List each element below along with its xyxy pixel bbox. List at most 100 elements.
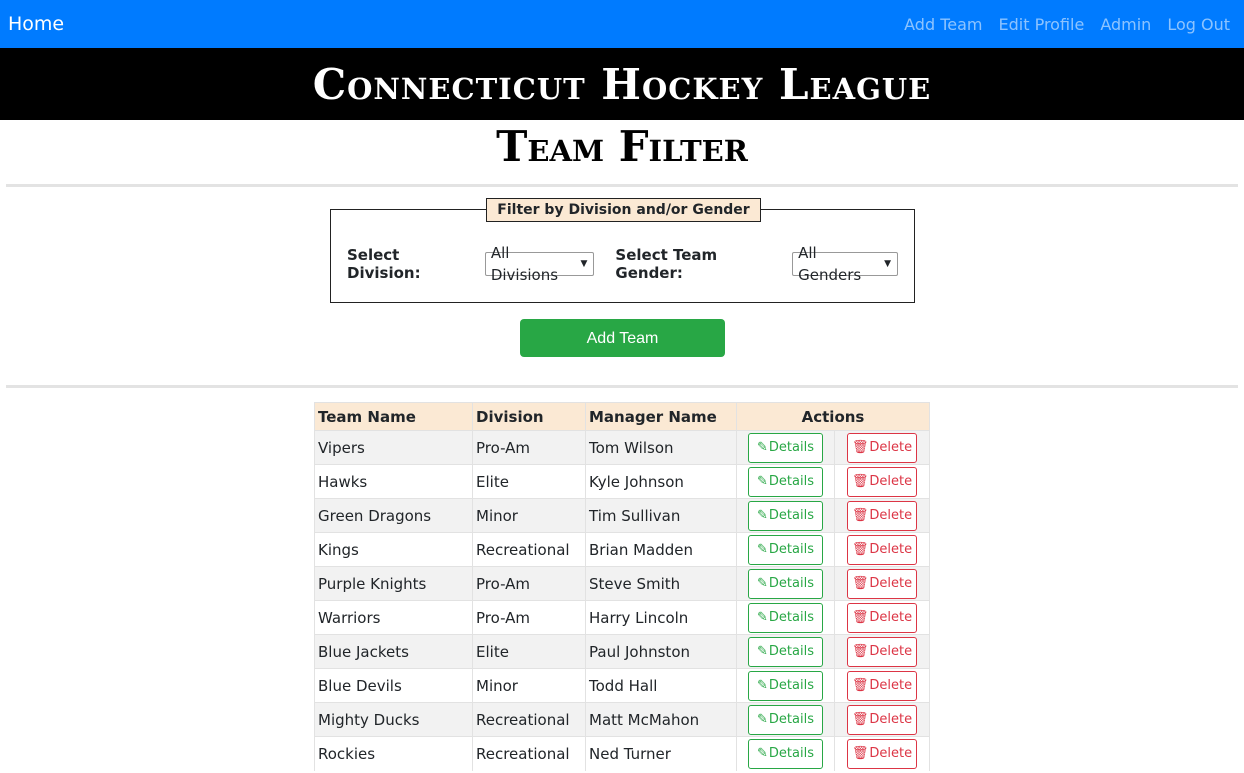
delete-button-label: Delete [869, 440, 913, 455]
manager-name-cell: Todd Hall [585, 668, 737, 703]
manager-name-cell: Kyle Johnson [585, 464, 737, 499]
trash-icon: 🗑 [851, 440, 869, 455]
gender-select-value: All Genders [798, 244, 862, 284]
header-team-name: Team Name [314, 402, 473, 431]
nav-links: Add Team Edit Profile Admin Log Out [904, 15, 1230, 34]
details-button[interactable]: ✎ Details [748, 534, 823, 565]
teams-table: Team Name Division Manager Name Actions … [314, 402, 930, 771]
delete-cell: 🗑 Delete [834, 668, 930, 703]
division-select[interactable]: All Divisions ▼ [484, 244, 595, 284]
delete-button[interactable]: 🗑 Delete [847, 432, 917, 463]
edit-icon: ✎ [757, 440, 768, 455]
team-name-cell: Rockies [314, 736, 473, 771]
details-button-label: Details [768, 508, 814, 523]
details-button-label: Details [768, 542, 814, 557]
table-row: Kings Recreational Brian Madden ✎ Details 🗑 De… [314, 532, 930, 567]
delete-cell: 🗑 Delete [834, 702, 930, 737]
team-name-cell: Mighty Ducks [314, 702, 473, 737]
delete-button[interactable]: 🗑 Delete [847, 568, 917, 599]
details-button[interactable]: ✎ Details [748, 738, 823, 769]
edit-icon: ✎ [757, 576, 768, 591]
delete-button-label: Delete [869, 678, 913, 693]
header-actions: Actions [736, 402, 930, 431]
details-cell: ✎ Details [736, 702, 835, 737]
table-row: Blue Devils Minor Todd Hall ✎ Details 🗑 Delete [314, 668, 930, 703]
trash-icon: 🗑 [851, 712, 869, 727]
delete-button[interactable]: 🗑 Delete [847, 500, 917, 531]
delete-button[interactable]: 🗑 Delete [847, 466, 917, 497]
manager-name-cell: Paul Johnston [585, 634, 737, 669]
table-row: Warriors Pro-Am Harry Lincoln ✎ Details 🗑 Dele… [314, 600, 930, 635]
delete-button-label: Delete [869, 542, 913, 557]
details-cell: ✎ Details [736, 600, 835, 635]
filter-fieldset: Filter by Division and/or Gender Select … [330, 198, 915, 303]
details-button-label: Details [768, 440, 814, 455]
team-name-cell: Blue Jackets [314, 634, 473, 669]
division-cell: Pro-Am [472, 600, 586, 635]
edit-icon: ✎ [757, 474, 768, 489]
filter-row: Select Division: All Divisions ▼ Select … [347, 244, 898, 284]
nav-edit-profile-link[interactable]: Edit Profile [999, 15, 1085, 34]
home-link[interactable]: Home [8, 13, 64, 35]
details-button[interactable]: ✎ Details [748, 636, 823, 667]
table-row: Purple Knights Pro-Am Steve Smith ✎ Details 🗑… [314, 566, 930, 601]
nav-admin-link[interactable]: Admin [1100, 15, 1151, 34]
team-name-cell: Kings [314, 532, 473, 567]
trash-icon: 🗑 [851, 542, 869, 557]
details-cell: ✎ Details [736, 532, 835, 567]
delete-cell: 🗑 Delete [834, 464, 930, 499]
team-name-cell: Purple Knights [314, 566, 473, 601]
nav-logout-link[interactable]: Log Out [1167, 15, 1230, 34]
manager-name-cell: Harry Lincoln [585, 600, 737, 635]
trash-icon: 🗑 [851, 644, 869, 659]
team-name-cell: Green Dragons [314, 498, 473, 533]
trash-icon: 🗑 [851, 508, 869, 523]
add-team-button[interactable]: Add Team [520, 319, 725, 357]
details-cell: ✎ Details [736, 498, 835, 533]
manager-name-cell: Tim Sullivan [585, 498, 737, 533]
delete-button[interactable]: 🗑 Delete [847, 636, 917, 667]
delete-cell: 🗑 Delete [834, 600, 930, 635]
trash-icon: 🗑 [851, 474, 869, 489]
details-cell: ✎ Details [736, 464, 835, 499]
details-button[interactable]: ✎ Details [748, 670, 823, 701]
details-button[interactable]: ✎ Details [748, 466, 823, 497]
gender-select[interactable]: All Genders ▼ [792, 244, 898, 284]
division-cell: Elite [472, 464, 586, 499]
delete-button-label: Delete [869, 508, 913, 523]
edit-icon: ✎ [757, 542, 768, 557]
division-cell: Minor [472, 668, 586, 703]
details-button[interactable]: ✎ Details [748, 568, 823, 599]
details-cell: ✎ Details [736, 736, 835, 771]
division-cell: Recreational [472, 736, 586, 771]
delete-cell: 🗑 Delete [834, 430, 930, 465]
delete-button[interactable]: 🗑 Delete [847, 602, 917, 633]
details-button[interactable]: ✎ Details [748, 704, 823, 735]
delete-button[interactable]: 🗑 Delete [847, 738, 917, 769]
edit-icon: ✎ [757, 644, 768, 659]
details-cell: ✎ Details [736, 566, 835, 601]
edit-icon: ✎ [757, 678, 768, 693]
details-button[interactable]: ✎ Details [748, 500, 823, 531]
details-button-label: Details [768, 610, 814, 625]
delete-button[interactable]: 🗑 Delete [847, 534, 917, 565]
manager-name-cell: Tom Wilson [585, 430, 737, 465]
details-cell: ✎ Details [736, 430, 835, 465]
edit-icon: ✎ [757, 746, 768, 762]
edit-icon: ✎ [757, 610, 768, 625]
division-dropdown-caret-icon: ▼ [580, 259, 588, 269]
edit-icon: ✎ [757, 712, 768, 727]
delete-button[interactable]: 🗑 Delete [847, 670, 917, 701]
delete-button[interactable]: 🗑 Delete [847, 704, 917, 735]
details-cell: ✎ Details [736, 634, 835, 669]
header-division: Division [472, 402, 586, 431]
details-button[interactable]: ✎ Details [748, 602, 823, 633]
nav-add-team-link[interactable]: Add Team [904, 15, 982, 34]
delete-button-label: Delete [869, 576, 913, 591]
division-select-value: All Divisions [490, 244, 559, 284]
details-button-label: Details [768, 576, 814, 591]
manager-name-cell: Ned Turner [585, 736, 737, 771]
league-banner: Connecticut Hockey League [0, 48, 1244, 120]
details-button[interactable]: ✎ Details [748, 432, 823, 463]
manager-name-cell: Brian Madden [585, 532, 737, 567]
